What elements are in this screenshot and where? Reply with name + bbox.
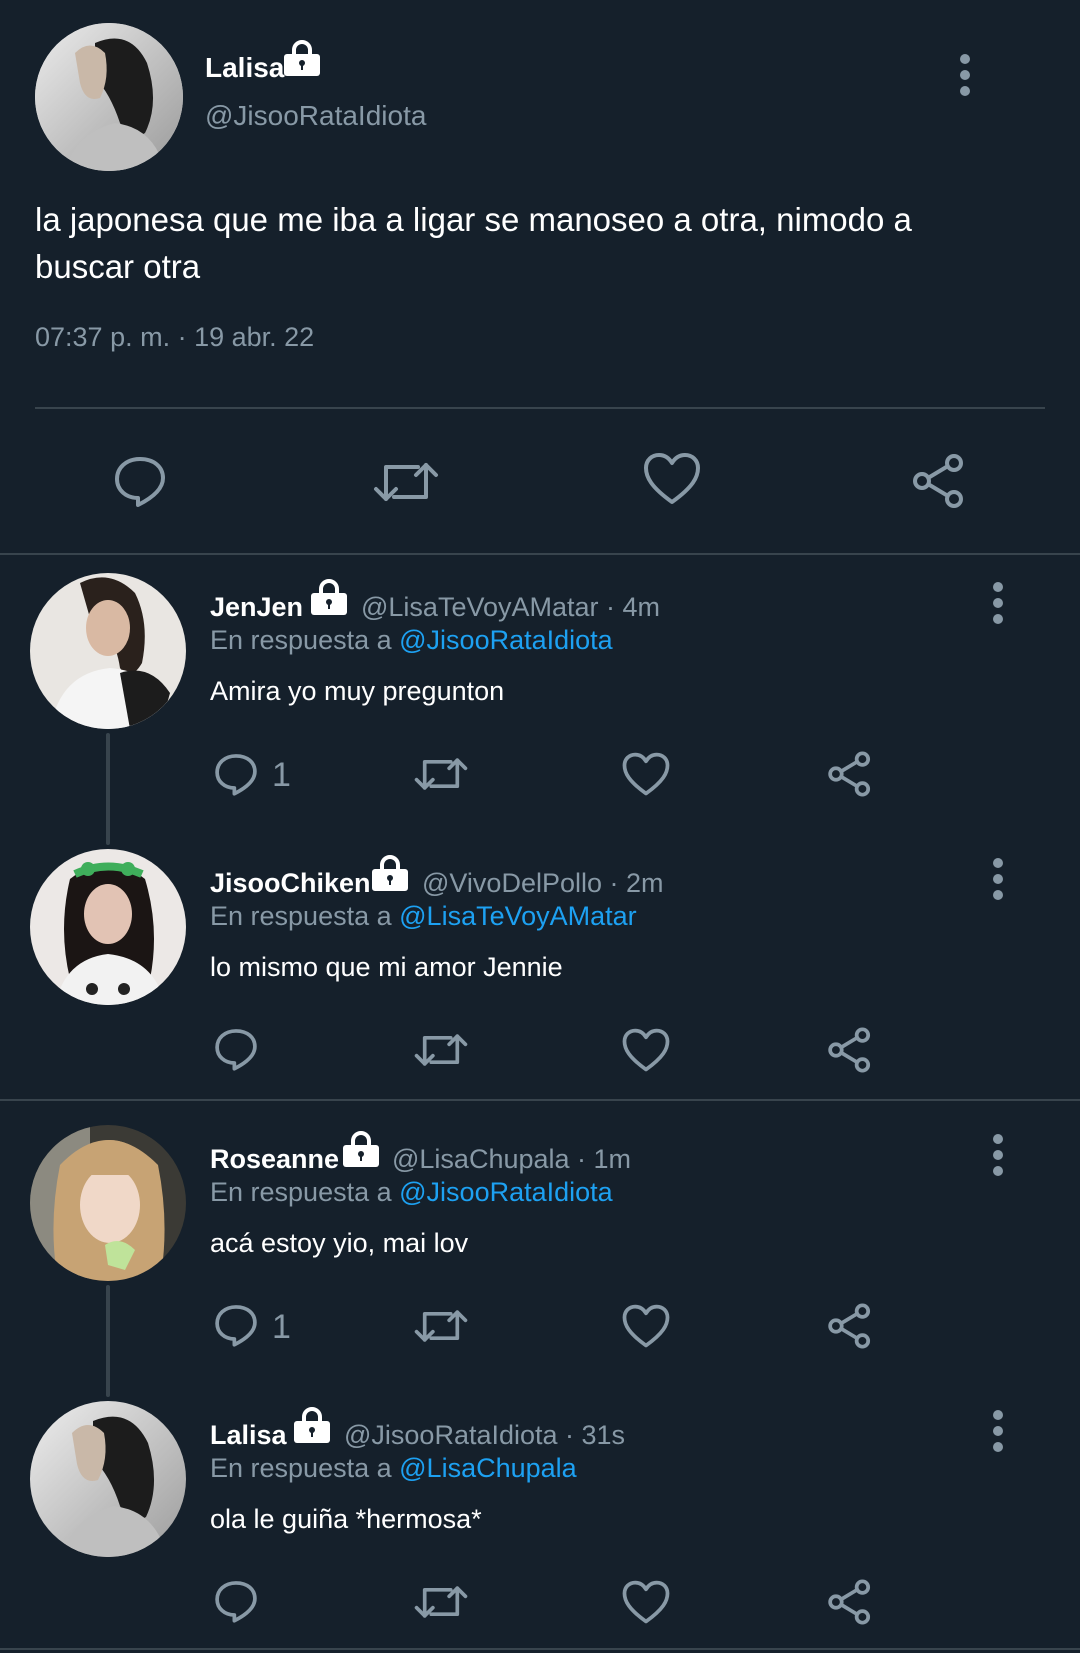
more-options-icon[interactable] xyxy=(993,858,1003,906)
reply-icon[interactable] xyxy=(213,1026,259,1072)
lock-icon xyxy=(309,577,349,622)
reply-to-link[interactable]: @JisooRataIdiota xyxy=(399,1177,613,1207)
reply-icon[interactable] xyxy=(213,751,259,797)
avatar[interactable] xyxy=(30,849,186,1005)
author-name[interactable]: Roseanne xyxy=(210,1144,339,1174)
thread-line xyxy=(106,1285,110,1397)
avatar[interactable] xyxy=(30,1401,186,1557)
retweet-icon[interactable] xyxy=(413,752,469,796)
more-options-icon[interactable] xyxy=(993,1410,1003,1458)
reply-count: 1 xyxy=(272,1308,291,1346)
reply-context-label: En respuesta a xyxy=(210,1453,392,1483)
tweet-text: Amira yo muy pregunton xyxy=(210,676,505,706)
retweet-icon[interactable] xyxy=(372,455,440,509)
retweet-icon[interactable] xyxy=(413,1028,469,1072)
more-options-icon[interactable] xyxy=(993,1134,1003,1182)
more-options-icon[interactable] xyxy=(993,582,1003,630)
reply-to-link[interactable]: @JisooRataIdiota xyxy=(399,625,613,655)
lock-icon xyxy=(282,38,322,83)
reply-icon[interactable] xyxy=(213,1302,259,1348)
reply-icon[interactable] xyxy=(112,453,168,509)
timestamp: 07:37 p. m. · 19 abr. 22 xyxy=(35,322,315,352)
more-options-icon[interactable] xyxy=(960,54,970,102)
like-icon[interactable] xyxy=(622,752,670,797)
reply-count: 1 xyxy=(272,756,291,794)
lock-icon xyxy=(292,1405,332,1450)
share-icon[interactable] xyxy=(826,1578,874,1626)
author-meta[interactable]: @VivoDelPollo · 2m xyxy=(422,868,664,899)
tweet-text: lo mismo que mi amor Jennie xyxy=(210,952,563,982)
reply-to-link[interactable]: @LisaChupala xyxy=(399,1453,577,1483)
author-meta[interactable]: @LisaTeVoyAMatar · 4m xyxy=(361,592,660,623)
author-name[interactable]: JisooChiken xyxy=(210,868,371,898)
action-divider xyxy=(35,407,1045,409)
reply-context-label: En respuesta a xyxy=(210,1177,392,1207)
author-meta[interactable]: @LisaChupala · 1m xyxy=(392,1144,631,1175)
thread-line xyxy=(106,733,110,845)
avatar[interactable] xyxy=(30,573,186,729)
reply-context-label: En respuesta a xyxy=(210,901,392,931)
tweet-text: acá estoy yio, mai lov xyxy=(210,1228,469,1258)
section-divider xyxy=(0,553,1080,555)
lock-icon xyxy=(370,853,410,898)
retweet-icon[interactable] xyxy=(413,1580,469,1624)
avatar[interactable] xyxy=(30,1125,186,1281)
share-icon[interactable] xyxy=(826,1026,874,1074)
like-icon[interactable] xyxy=(622,1304,670,1349)
author-meta[interactable]: @JisooRataIdiota · 31s xyxy=(344,1420,625,1451)
share-icon[interactable] xyxy=(910,452,968,510)
author-handle[interactable]: @JisooRataIdiota xyxy=(205,100,426,132)
author-name[interactable]: Lalisa xyxy=(210,1420,287,1450)
lock-icon xyxy=(341,1129,381,1174)
author-name[interactable]: JenJen xyxy=(210,592,303,622)
reply-to-link[interactable]: @LisaTeVoyAMatar xyxy=(399,901,637,931)
section-divider xyxy=(0,1099,1080,1101)
section-divider xyxy=(0,1648,1080,1650)
avatar[interactable] xyxy=(35,23,183,171)
like-icon[interactable] xyxy=(643,452,701,506)
author-name[interactable]: Lalisa xyxy=(205,52,284,84)
share-icon[interactable] xyxy=(826,750,874,798)
like-icon[interactable] xyxy=(622,1580,670,1625)
reply-context-label: En respuesta a xyxy=(210,625,392,655)
share-icon[interactable] xyxy=(826,1302,874,1350)
like-icon[interactable] xyxy=(622,1028,670,1073)
tweet-text: la japonesa que me iba a ligar se manose… xyxy=(35,201,912,285)
reply-icon[interactable] xyxy=(213,1578,259,1624)
retweet-icon[interactable] xyxy=(413,1304,469,1348)
tweet-text: ola le guiña *hermosa* xyxy=(210,1504,482,1534)
